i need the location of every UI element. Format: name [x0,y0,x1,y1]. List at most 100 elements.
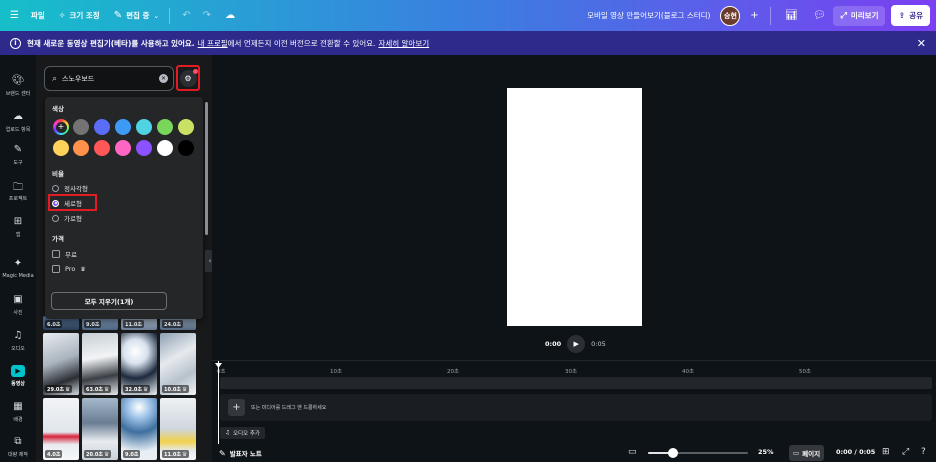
duration-badge: 11.0초 [123,320,144,328]
play-button[interactable]: ▶ [567,335,586,353]
color-swatch-white[interactable] [157,140,173,156]
avatar[interactable]: 승현 [720,5,741,26]
color-swatch-blue[interactable] [115,119,131,135]
video-thumbnail[interactable]: 11.0초 ♛ [160,398,196,460]
redo-icon: ↷ [202,10,212,21]
search-icon: ⌕ [52,73,58,84]
color-swatch-pink[interactable] [115,140,131,156]
menu-button[interactable]: ☰ [10,10,19,21]
chevron-left-icon: ‹ [208,257,212,265]
rail-item-uploads[interactable]: ☁ 업로드 항목 [0,111,36,133]
color-swatch-purple[interactable] [136,140,152,156]
rail-item-tools[interactable]: ✎ 도구 [0,144,36,166]
resize-button[interactable]: ✧ 크기 조정 [59,10,100,21]
bulk-create-icon: ⧉ [14,436,22,447]
plus-icon: + [55,121,67,133]
media-drop-zone[interactable]: + 또는 미디어를 드래그 앤 드롭하세요 [220,394,932,421]
color-swatch-cyan[interactable] [136,119,152,135]
file-menu[interactable]: 파일 [31,10,45,21]
current-time: 0:00 [545,340,562,348]
video-thumbnail[interactable]: 29.0초 ♛ [43,333,79,395]
playback-controls: 0:00 ▶ 0:05 [545,335,606,353]
radio-landscape[interactable] [52,214,59,222]
pro-crown-icon: ♛ [103,450,110,458]
video-thumbnail[interactable]: 20.0초 ♛ [82,398,118,460]
beta-notice-banner: i 현재 새로운 동영상 편집기(베타)를 사용하고 있어요. 내 프로필 에서… [0,31,936,55]
bottom-bar: ✎ 발표자 노트 ▭ 25% ▭ 페이지 0:00 / 0:05 ⊞ ⤢ ? [212,444,936,462]
notes-icon: ✎ [219,448,226,458]
video-thumbnail[interactable]: 32.0초 ♛ [121,333,157,395]
clear-search-icon[interactable]: ✕ [159,74,168,83]
ratio-option-square[interactable]: 정사각형 [52,183,88,193]
rail-item-videos[interactable]: ▶ 동영상 [0,365,36,387]
ratio-option-landscape[interactable]: 가로형 [52,213,82,223]
search-input[interactable]: ⌕ 스노우보드 ✕ [44,66,174,91]
clear-all-filters-button[interactable]: 모두 지우기(1개) [51,292,167,310]
undo-button[interactable]: ↶ [182,10,190,21]
radio-square[interactable] [52,184,59,192]
checkbox-free[interactable] [52,250,60,258]
cloud-save-status[interactable]: ☁ [225,10,235,21]
duration-badge: 32.0초 ♛ [123,385,151,393]
color-swatch-gray[interactable] [73,119,89,135]
color-swatch-blue-violet[interactable] [94,119,110,135]
video-thumbnail[interactable]: 63.0초 ♛ [82,333,118,395]
zoom-slider-handle[interactable] [668,448,678,458]
custom-color-picker[interactable]: + [53,119,69,135]
rail-item-backgrounds[interactable]: ▦ 배경 [0,401,36,423]
checkbox-pro[interactable] [52,265,60,273]
info-icon: i [10,37,21,49]
price-section-title: 가격 [52,235,64,243]
color-swatch-green[interactable] [157,119,173,135]
search-value: 스노우보드 [62,74,95,83]
sliders-icon: ⚙ [179,68,198,87]
timeline-view-icon[interactable]: ▭ [628,447,637,457]
filter-scrollbar[interactable] [205,102,208,235]
rail-item-audio[interactable]: ♫ 오디오 [0,330,36,352]
share-upload-icon: ⇪ [898,11,906,20]
rail-item-photos[interactable]: ▣ 사진 [0,294,36,316]
add-media-button[interactable]: + [228,399,245,416]
close-icon[interactable]: ✕ [917,37,926,50]
pro-crown-icon: ♛ [181,385,188,393]
color-swatch-orange[interactable] [73,140,89,156]
grid-view-icon[interactable]: ⊞ [882,447,890,457]
design-page[interactable] [507,88,642,326]
share-button[interactable]: ⇪ 공유 [891,5,930,26]
redo-button[interactable]: ↷ [203,10,211,21]
rail-item-apps[interactable]: ⊞ 앱 [0,216,36,238]
video-thumbnail[interactable]: 10.0초 ♛ [160,333,196,395]
color-swatch-lime[interactable] [178,119,194,135]
edit-mode-dropdown[interactable]: ✎ 편집 중 ⌄ [114,10,160,21]
add-audio-button[interactable]: ♫ 오디오 추가 [220,427,265,439]
video-thumbnail[interactable]: 9.0초 [121,398,157,460]
rail-item-projects[interactable]: 🗀 프로젝트 [0,180,36,202]
rail-item-bulk-create[interactable]: ⧉ 대량 제작 [0,436,36,458]
price-option-free[interactable]: 무료 [52,249,77,259]
drop-hint: 또는 미디어를 드래그 앤 드롭하세요 [251,405,327,411]
notice-text: 현재 새로운 동영상 편집기(베타)를 사용하고 있어요. [27,38,195,48]
add-collaborator-button[interactable]: + [744,6,764,26]
rail-item-magic-media[interactable]: ✦ Magic Media [0,258,36,279]
video-icon: ▶ [11,365,25,377]
filter-button[interactable]: ⚙ [176,65,200,91]
profile-link[interactable]: 내 프로필 [198,38,228,49]
help-icon[interactable]: ? [921,447,926,457]
preview-button[interactable]: ⤢ 미리보기 [833,5,886,26]
color-swatch-red[interactable] [94,140,110,156]
rail-item-brand-center[interactable]: 🎨︎ 브랜드 센터 [0,75,36,97]
fullscreen-icon[interactable]: ⤢ [902,447,909,457]
color-swatch-black[interactable] [178,140,194,156]
design-title[interactable]: 모바일 영상 만들어보기(블로그 스터디) [587,10,710,21]
presenter-notes-button[interactable]: ✎ 발표자 노트 [219,448,262,459]
price-option-pro[interactable]: Pro ♛ [52,265,86,273]
pages-button[interactable]: ▭ 페이지 [789,445,825,461]
insights-button[interactable]: 📊︎ [781,6,801,26]
comments-button[interactable]: 💬︎ [809,6,829,26]
learn-more-link[interactable]: 자세히 알아보기 [378,38,429,49]
video-thumbnail[interactable]: 4.0초 [43,398,79,460]
duration-badge: 63.0초 ♛ [84,385,112,393]
zoom-percentage[interactable]: 25% [758,448,774,456]
video-track[interactable] [220,377,932,389]
color-swatch-yellow[interactable] [53,140,69,156]
